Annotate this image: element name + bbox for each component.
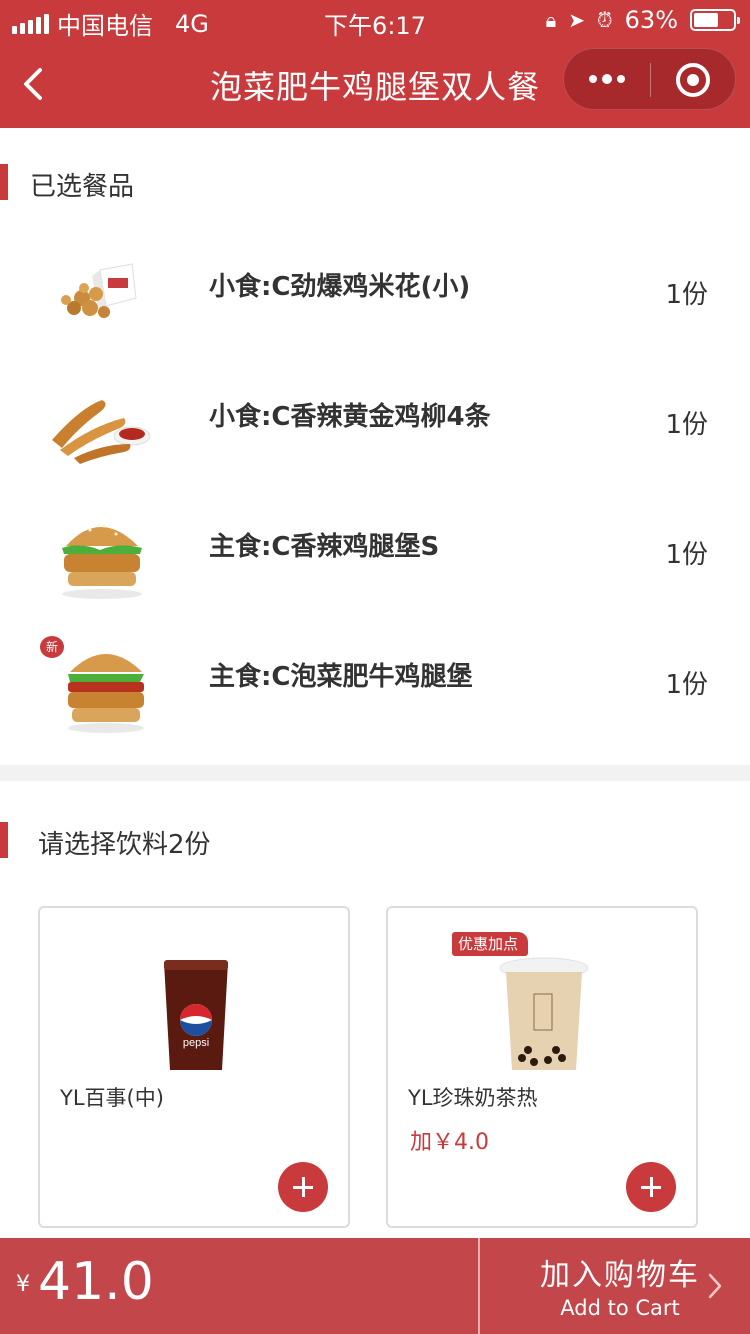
- back-button[interactable]: [18, 64, 48, 104]
- close-miniprogram-button[interactable]: [676, 63, 710, 97]
- item-name: 主食:C泡菜肥牛鸡腿堡: [209, 662, 473, 692]
- status-bar: 中国电信 4G 下午6:17 🔒︎ ➤ ⏰︎ 63%: [0, 0, 750, 40]
- app-header: 中国电信 4G 下午6:17 🔒︎ ➤ ⏰︎ 63% 泡菜肥牛鸡腿堡双人餐: [0, 0, 750, 128]
- add-drink-button[interactable]: [626, 1162, 676, 1212]
- selected-section-header: 已选餐品: [0, 164, 750, 204]
- chevron-left-icon: [24, 68, 42, 100]
- selected-item-row: 小食:C劲爆鸡米花(小) 1份: [0, 248, 750, 368]
- page-title: 泡菜肥牛鸡腿堡双人餐: [209, 68, 540, 106]
- battery-fill: [694, 13, 718, 27]
- drink-name: YL百事(中): [60, 1086, 164, 1110]
- drink-name: YL珍珠奶茶热: [408, 1086, 538, 1110]
- item-quantity: 1份: [665, 670, 708, 700]
- total-price: ¥ 41.0: [0, 1238, 478, 1334]
- more-dots-icon: [589, 75, 597, 83]
- item-quantity: 1份: [665, 410, 708, 440]
- drink-card[interactable]: pepsi YL百事(中): [38, 906, 350, 1228]
- add-drink-button[interactable]: [278, 1162, 328, 1212]
- item-name: 主食:C香辣鸡腿堡S: [209, 532, 440, 562]
- currency-symbol: ¥: [16, 1272, 30, 1297]
- status-right: 🔒︎ ➤ ⏰︎ 63%: [545, 6, 740, 34]
- bottom-bar: ¥ 41.0 加入购物车 Add to Cart: [0, 1238, 750, 1334]
- total-amount: 41.0: [38, 1252, 154, 1312]
- new-badge: 新: [40, 636, 64, 658]
- selected-item-row: 小食:C香辣黄金鸡柳4条 1份: [0, 378, 750, 498]
- chevron-right-icon: [708, 1273, 722, 1299]
- miniprogram-capsule: [563, 48, 736, 110]
- section-accent-bar: [0, 822, 8, 858]
- section-title: 已选餐品: [30, 172, 135, 202]
- item-quantity: 1份: [665, 280, 708, 310]
- section-accent-bar: [0, 164, 8, 200]
- nav-bar: 泡菜肥牛鸡腿堡双人餐: [0, 40, 750, 128]
- location-icon: ➤: [568, 8, 586, 32]
- item-name: 小食:C劲爆鸡米花(小): [209, 272, 471, 302]
- item-quantity: 1份: [665, 540, 708, 570]
- drink-price: 加￥4.0: [410, 1130, 489, 1155]
- drink-card[interactable]: 优惠加点 YL珍珠奶茶热 加￥4.0: [386, 906, 698, 1228]
- capsule-divider: [650, 63, 651, 97]
- drink-section-header: 请选择饮料2份: [0, 822, 750, 862]
- more-button[interactable]: [564, 49, 650, 109]
- popcorn-chicken-image: [61, 263, 137, 318]
- section-title: 请选择饮料2份: [38, 830, 211, 860]
- rotation-lock-icon: 🔒︎: [545, 8, 557, 32]
- milk-tea-cup-image: [499, 957, 589, 1070]
- section-divider: [0, 765, 750, 781]
- item-name: 小食:C香辣黄金鸡柳4条: [209, 402, 491, 432]
- pepsi-cup-image: pepsi: [164, 960, 228, 1070]
- svg-text:pepsi: pepsi: [183, 1037, 209, 1049]
- selected-item-row: 新 主食:C泡菜肥牛鸡腿堡 1份: [0, 636, 750, 758]
- spicy-burger-image: [62, 524, 142, 599]
- promo-badge: 优惠加点: [452, 932, 529, 956]
- selected-item-row: 主食:C香辣鸡腿堡S 1份: [0, 508, 750, 628]
- battery-icon: [690, 9, 740, 31]
- alarm-icon: ⏰︎: [597, 8, 613, 32]
- battery-percent: 63%: [624, 6, 678, 34]
- chicken-strips-image: [52, 400, 151, 464]
- add-to-cart-button[interactable]: 加入购物车 Add to Cart: [480, 1238, 750, 1334]
